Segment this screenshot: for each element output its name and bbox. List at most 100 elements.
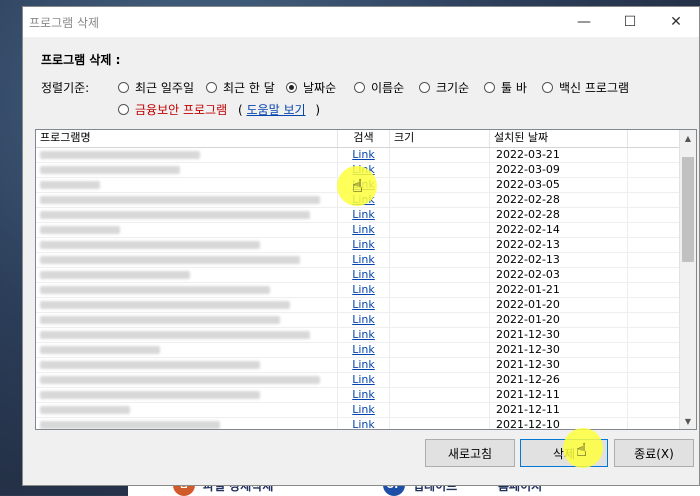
table-row[interactable]: Link 2022-01-20 (36, 313, 696, 328)
table-row[interactable]: Link 2022-01-21 (36, 283, 696, 298)
size-cell (390, 418, 490, 429)
radio-circle-icon (419, 82, 430, 93)
table-row[interactable]: Link 2022-02-28 (36, 208, 696, 223)
radio-by-size[interactable]: 크기순 (419, 79, 469, 96)
search-link[interactable]: Link (352, 328, 375, 341)
blurred-program-name (40, 271, 190, 279)
table-row[interactable]: Link 2021-12-30 (36, 343, 696, 358)
search-cell: Link (338, 418, 390, 429)
radio-by-name[interactable]: 이름순 (354, 79, 404, 96)
search-link[interactable]: Link (352, 268, 375, 281)
search-cell: Link (338, 298, 390, 312)
table-row[interactable]: Link 2021-12-26 (36, 373, 696, 388)
table-row[interactable]: Link 2022-01-20 (36, 298, 696, 313)
table-row[interactable]: Link 2021-12-11 (36, 388, 696, 403)
radio-antivirus[interactable]: 백신 프로그램 (542, 79, 629, 96)
size-cell (390, 208, 490, 222)
date-cell: 2022-01-20 (490, 313, 628, 327)
search-link[interactable]: Link (352, 418, 375, 429)
size-cell (390, 148, 490, 162)
search-link[interactable]: Link (352, 358, 375, 371)
search-link[interactable]: Link (352, 238, 375, 251)
scrollbar-thumb[interactable] (682, 157, 694, 262)
search-cell: Link (338, 313, 390, 327)
radio-toolbar[interactable]: 툴 바 (484, 79, 527, 96)
search-cell: Link (338, 238, 390, 252)
radio-by-date[interactable]: 날짜순 (286, 79, 336, 96)
radio-financial-security[interactable]: 금융보안 프로그램 (118, 101, 227, 118)
search-link[interactable]: Link (352, 298, 375, 311)
scroll-up-arrow-icon[interactable]: ▲ (680, 130, 696, 146)
close-window-button[interactable]: ✕ (653, 7, 699, 37)
radio-recent-month[interactable]: 최근 한 달 (206, 79, 275, 96)
column-header-name[interactable]: 프로그램명 (36, 130, 338, 147)
program-name-cell (36, 223, 338, 237)
program-name-cell (36, 178, 338, 192)
blurred-program-name (40, 256, 300, 264)
radio-recent-week[interactable]: 최근 일주일 (118, 79, 194, 96)
size-cell (390, 373, 490, 387)
table-row[interactable]: Link 2021-12-30 (36, 328, 696, 343)
blurred-program-name (40, 406, 130, 414)
search-link[interactable]: Link (352, 313, 375, 326)
date-cell: 2021-12-30 (490, 343, 628, 357)
table-row[interactable]: Link 2022-03-21 (36, 148, 696, 163)
exit-button[interactable]: 종료(X) (614, 439, 694, 467)
date-cell: 2022-03-05 (490, 178, 628, 192)
search-link[interactable]: Link (352, 343, 375, 356)
close-icon: ✕ (670, 14, 682, 30)
column-header-search[interactable]: 검색 (338, 130, 390, 147)
blurred-program-name (40, 151, 200, 159)
table-row[interactable]: Link 2022-02-14 (36, 223, 696, 238)
program-name-cell (36, 328, 338, 342)
search-link[interactable]: Link (352, 208, 375, 221)
search-link[interactable]: Link (352, 388, 375, 401)
hand-cursor-icon: ☝ (352, 176, 363, 197)
date-cell: 2022-02-28 (490, 193, 628, 207)
search-cell: Link (338, 358, 390, 372)
table-row[interactable]: Link 2021-12-30 (36, 358, 696, 373)
help-link[interactable]: 도움말 보기 (247, 103, 306, 117)
program-name-cell (36, 163, 338, 177)
date-cell: 2022-02-13 (490, 238, 628, 252)
search-cell: Link (338, 223, 390, 237)
table-row[interactable]: Link 2022-02-13 (36, 238, 696, 253)
blurred-program-name (40, 301, 290, 309)
table-row[interactable]: Link 2021-12-10 (36, 418, 696, 429)
search-link[interactable]: Link (352, 283, 375, 296)
blurred-program-name (40, 181, 100, 189)
table-row[interactable]: Link 2022-02-13 (36, 253, 696, 268)
minimize-button[interactable]: — (561, 7, 607, 37)
maximize-icon: ☐ (623, 14, 637, 30)
vertical-scrollbar[interactable]: ▲ ▼ (679, 130, 696, 429)
blurred-program-name (40, 346, 160, 354)
sort-label: 정렬기준: (41, 81, 90, 95)
blurred-program-name (40, 376, 320, 384)
size-cell (390, 313, 490, 327)
size-cell (390, 238, 490, 252)
search-link[interactable]: Link (352, 403, 375, 416)
size-cell (390, 193, 490, 207)
program-name-cell (36, 193, 338, 207)
blurred-program-name (40, 286, 270, 294)
window-title: 프로그램 삭제 (29, 15, 100, 30)
table-row[interactable]: Link 2022-02-03 (36, 268, 696, 283)
table-row[interactable]: Link 2021-12-11 (36, 403, 696, 418)
search-link[interactable]: Link (352, 253, 375, 266)
search-link[interactable]: Link (352, 373, 375, 386)
scroll-down-arrow-icon[interactable]: ▼ (680, 413, 696, 429)
blurred-program-name (40, 361, 260, 369)
maximize-button[interactable]: ☐ (607, 7, 653, 37)
refresh-button[interactable]: 새로고침 (425, 439, 515, 467)
column-header-date[interactable]: 설치된 날짜 (490, 130, 628, 147)
size-cell (390, 163, 490, 177)
radio-circle-icon (206, 82, 217, 93)
search-link[interactable]: Link (352, 223, 375, 236)
date-cell: 2021-12-11 (490, 403, 628, 417)
program-name-cell (36, 208, 338, 222)
search-link[interactable]: Link (352, 148, 375, 161)
column-header-size[interactable]: 크기 (390, 130, 490, 147)
program-name-cell (36, 148, 338, 162)
radio-circle-icon (118, 104, 129, 115)
size-cell (390, 178, 490, 192)
